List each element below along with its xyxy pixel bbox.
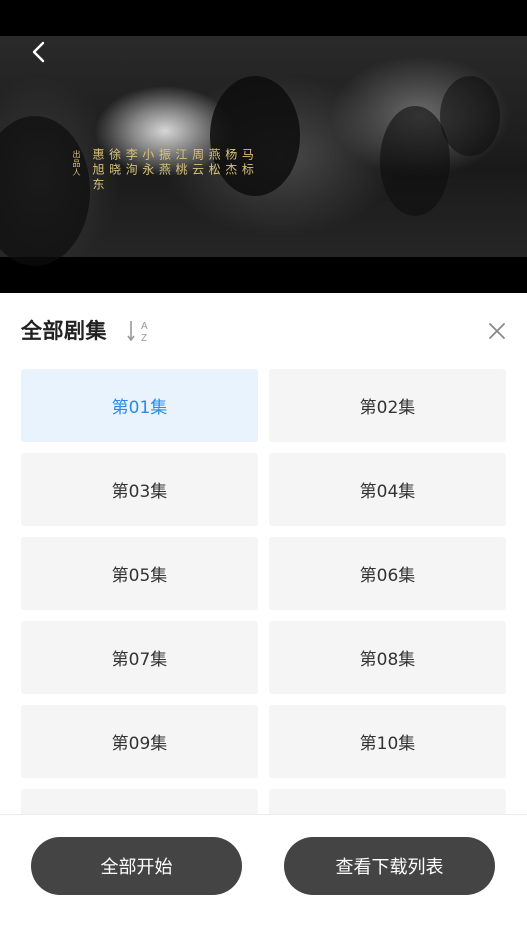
credits-name: 杨杰 <box>223 148 238 178</box>
credits-name: 小永 <box>140 148 155 178</box>
episode-tile[interactable]: 第07集 <box>21 621 258 694</box>
credits-name: 周云 <box>190 148 205 178</box>
credits-name: 江桃 <box>173 148 188 178</box>
credits-name: 振燕 <box>157 148 172 178</box>
close-icon <box>489 323 505 339</box>
close-button[interactable] <box>486 320 508 342</box>
episode-panel: 全部剧集 A Z 第01集 第02集 第03集 第04集 第05集 第06集 第07集 第08… <box>0 293 527 937</box>
episode-tile[interactable] <box>21 789 258 815</box>
episode-tile[interactable]: 第04集 <box>269 453 506 526</box>
sort-letter-a: A <box>141 321 148 332</box>
panel-title: 全部剧集 <box>21 319 107 343</box>
episode-grid: 第01集 第02集 第03集 第04集 第05集 第06集 第07集 第08集 第09集 第10集 <box>21 369 506 815</box>
chevron-left-icon <box>32 41 45 63</box>
episode-tile[interactable]: 第08集 <box>269 621 506 694</box>
view-download-list-button[interactable]: 查看下载列表 <box>284 837 495 895</box>
video-figure <box>440 76 500 156</box>
episode-tile[interactable]: 第10集 <box>269 705 506 778</box>
sort-button[interactable]: A Z <box>125 318 153 346</box>
video-frame <box>0 36 527 266</box>
back-button[interactable] <box>22 36 56 70</box>
credits-label: 出品人 <box>72 150 81 177</box>
episode-tile[interactable]: 第02集 <box>269 369 506 442</box>
episode-tile[interactable]: 第09集 <box>21 705 258 778</box>
credits-name: 马标 <box>240 148 255 178</box>
credits-names: 马标 杨杰 燕松 周云 江桃 振燕 小永 李洵 徐晓 惠旭东 <box>91 148 257 193</box>
episode-tile[interactable]: 第06集 <box>269 537 506 610</box>
credits-name: 惠旭东 <box>91 148 105 193</box>
video-player[interactable]: 出品人 马标 杨杰 燕松 周云 江桃 振燕 小永 李洵 徐晓 惠旭东 <box>0 0 527 293</box>
footer-bar: 全部开始 查看下载列表 <box>0 814 527 937</box>
credits-name: 李洵 <box>124 148 139 178</box>
sort-az-icon: A Z <box>127 321 148 344</box>
credits-name: 徐晓 <box>107 148 122 178</box>
episode-tile[interactable]: 第01集 <box>21 369 258 442</box>
episode-tile[interactable]: 第03集 <box>21 453 258 526</box>
episode-tile[interactable]: 第05集 <box>21 537 258 610</box>
episode-tile[interactable] <box>269 789 506 815</box>
sort-letter-z: Z <box>141 333 147 344</box>
credits-name: 燕松 <box>207 148 222 178</box>
start-all-button[interactable]: 全部开始 <box>31 837 242 895</box>
credits-overlay: 出品人 马标 杨杰 燕松 周云 江桃 振燕 小永 李洵 徐晓 惠旭东 <box>72 148 275 193</box>
